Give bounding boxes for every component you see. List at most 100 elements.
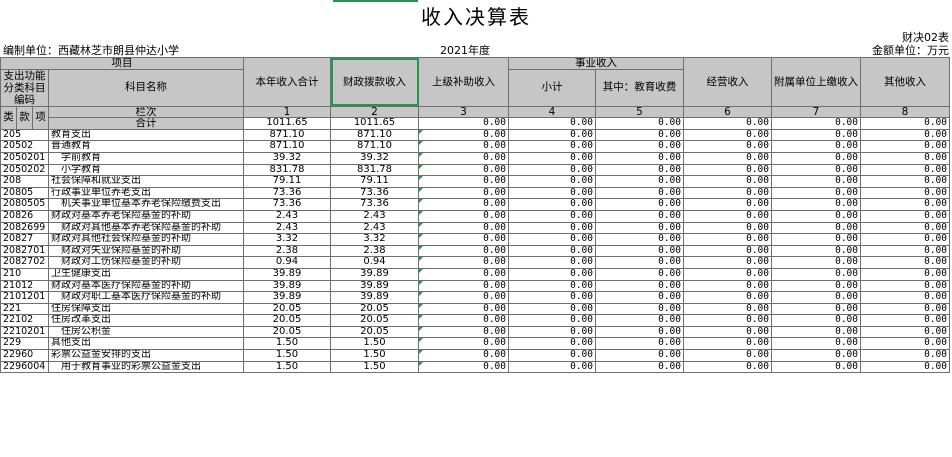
amount-cell[interactable]: 0.00: [508, 186, 596, 200]
amount-cell[interactable]: 0.00: [508, 244, 596, 258]
subject-code[interactable]: 2210201: [0, 325, 49, 339]
subject-code[interactable]: 20805: [0, 186, 49, 200]
subject-code[interactable]: 208: [0, 175, 49, 188]
amount-cell[interactable]: 0.00: [418, 279, 509, 293]
amount-cell[interactable]: 0.00: [771, 140, 861, 153]
amount-cell[interactable]: 0.00: [508, 140, 596, 153]
amount-cell[interactable]: 0.00: [771, 128, 861, 142]
amount-cell[interactable]: 1.50: [330, 337, 419, 351]
amount-cell[interactable]: 0.00: [595, 302, 684, 316]
subject-name[interactable]: 财政对基本养老保险基金的补助: [48, 209, 244, 223]
amount-cell[interactable]: 39.32: [243, 151, 331, 165]
total-cell[interactable]: 1011.65: [243, 117, 331, 130]
amount-cell[interactable]: 73.36: [330, 186, 419, 200]
amount-cell[interactable]: 2.43: [243, 221, 331, 235]
amount-cell[interactable]: 0.00: [683, 360, 772, 374]
amount-cell[interactable]: 0.00: [508, 175, 596, 188]
amount-cell[interactable]: 73.36: [243, 198, 331, 211]
subject-code[interactable]: 205: [0, 128, 49, 142]
amount-cell[interactable]: 79.11: [243, 175, 331, 188]
subject-name[interactable]: 彩票公益金安排的支出: [48, 349, 244, 362]
amount-cell[interactable]: 1.50: [243, 349, 331, 362]
amount-cell[interactable]: 0.00: [595, 314, 684, 327]
amount-cell[interactable]: 0.00: [860, 221, 950, 235]
amount-cell[interactable]: 0.00: [508, 128, 596, 142]
total-cell[interactable]: 0.00: [683, 117, 772, 130]
amount-cell[interactable]: 0.00: [683, 175, 772, 188]
amount-cell[interactable]: 0.00: [771, 325, 861, 339]
amount-cell[interactable]: 0.00: [860, 198, 950, 211]
amount-cell[interactable]: 39.89: [330, 279, 419, 293]
header-income-total[interactable]: 本年收入合计: [243, 57, 331, 107]
amount-cell[interactable]: 0.00: [860, 325, 950, 339]
subject-name[interactable]: 财政对其他基本养老保险基金的补助: [48, 221, 244, 235]
amount-cell[interactable]: 0.00: [418, 233, 509, 246]
subject-name[interactable]: 住房保障支出: [48, 302, 244, 316]
amount-cell[interactable]: 0.00: [418, 163, 509, 177]
amount-cell[interactable]: 0.00: [860, 291, 950, 304]
subject-name[interactable]: 普通教育: [48, 140, 244, 153]
amount-cell[interactable]: 0.00: [860, 244, 950, 258]
amount-cell[interactable]: 0.00: [860, 279, 950, 293]
amount-cell[interactable]: 0.00: [508, 233, 596, 246]
subject-code[interactable]: 229: [0, 337, 49, 351]
amount-cell[interactable]: 73.36: [243, 186, 331, 200]
amount-cell[interactable]: 0.00: [418, 360, 509, 374]
subject-name[interactable]: 财政对其他社会保险基金的补助: [48, 233, 244, 246]
amount-cell[interactable]: 0.00: [860, 151, 950, 165]
header-superior[interactable]: 上级补助收入: [418, 57, 509, 107]
amount-cell[interactable]: 0.00: [418, 221, 509, 235]
amount-cell[interactable]: 0.00: [595, 291, 684, 304]
amount-cell[interactable]: 0.00: [595, 233, 684, 246]
amount-cell[interactable]: 0.00: [683, 314, 772, 327]
amount-cell[interactable]: 0.00: [418, 186, 509, 200]
amount-cell[interactable]: 0.00: [418, 267, 509, 281]
amount-cell[interactable]: 0.00: [508, 198, 596, 211]
amount-cell[interactable]: 0.00: [595, 267, 684, 281]
amount-cell[interactable]: 0.00: [595, 349, 684, 362]
subject-name[interactable]: 用于教育事业的彩票公益金支出: [48, 360, 244, 374]
amount-cell[interactable]: 0.00: [771, 186, 861, 200]
total-cell[interactable]: 0.00: [418, 117, 509, 130]
amount-cell[interactable]: 20.05: [330, 325, 419, 339]
amount-cell[interactable]: 831.78: [243, 163, 331, 177]
amount-cell[interactable]: 1.50: [243, 360, 331, 374]
subject-name[interactable]: 机关事业单位基本养老保险缴费支出: [48, 198, 244, 211]
amount-cell[interactable]: 0.00: [860, 267, 950, 281]
amount-cell[interactable]: 0.00: [595, 163, 684, 177]
amount-cell[interactable]: 0.00: [683, 128, 772, 142]
amount-cell[interactable]: 0.00: [595, 140, 684, 153]
header-affiliated[interactable]: 附属单位上缴收入: [771, 57, 861, 107]
amount-cell[interactable]: 0.00: [683, 221, 772, 235]
subject-code[interactable]: 221: [0, 302, 49, 316]
total-cell[interactable]: 0.00: [860, 117, 950, 130]
amount-cell[interactable]: 0.00: [683, 349, 772, 362]
amount-cell[interactable]: 0.00: [508, 151, 596, 165]
amount-cell[interactable]: 0.00: [595, 175, 684, 188]
amount-cell[interactable]: 0.00: [418, 256, 509, 269]
amount-cell[interactable]: 2.38: [330, 244, 419, 258]
subject-name[interactable]: 卫生健康支出: [48, 267, 244, 281]
subject-code[interactable]: 2050202: [0, 163, 49, 177]
amount-cell[interactable]: 0.00: [595, 198, 684, 211]
amount-cell[interactable]: 0.00: [508, 163, 596, 177]
header-edu-fee[interactable]: 其中：教育收费: [595, 68, 684, 107]
amount-cell[interactable]: 20.05: [243, 325, 331, 339]
amount-cell[interactable]: 0.00: [418, 349, 509, 362]
amount-cell[interactable]: 0.00: [595, 186, 684, 200]
amount-cell[interactable]: 0.00: [771, 279, 861, 293]
amount-cell[interactable]: 0.00: [418, 128, 509, 142]
amount-cell[interactable]: 0.00: [860, 140, 950, 153]
amount-cell[interactable]: 0.00: [418, 314, 509, 327]
amount-cell[interactable]: 0.00: [860, 175, 950, 188]
total-cell[interactable]: 1011.65: [330, 117, 419, 130]
subject-name[interactable]: 财政对基本医疗保险基金的补助: [48, 279, 244, 293]
amount-cell[interactable]: 39.32: [330, 151, 419, 165]
amount-cell[interactable]: 871.10: [330, 140, 419, 153]
subject-code[interactable]: 2296004: [0, 360, 49, 374]
amount-cell[interactable]: 0.00: [771, 175, 861, 188]
amount-cell[interactable]: 2.43: [330, 221, 419, 235]
amount-cell[interactable]: 0.94: [243, 256, 331, 269]
amount-cell[interactable]: 0.00: [860, 360, 950, 374]
amount-cell[interactable]: 871.10: [243, 140, 331, 153]
